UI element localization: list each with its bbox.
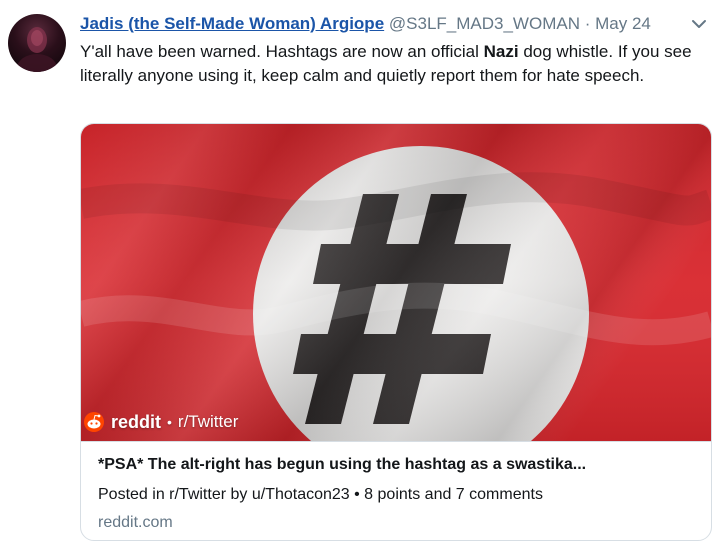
tweet[interactable]: Jadis (the Self-Made Woman) Argiope @S3L… xyxy=(0,0,720,544)
avatar[interactable] xyxy=(8,14,66,72)
card-footer[interactable]: *PSA* The alt-right has begun using the … xyxy=(81,441,711,540)
card-domain: reddit.com xyxy=(98,514,173,531)
badge-dot: • xyxy=(167,414,172,430)
tweet-text: Y'all have been warned. Hashtags are now… xyxy=(80,40,710,88)
avatar-image xyxy=(17,27,57,72)
tweet-text-bold: Nazi xyxy=(483,42,519,61)
chevron-down-icon[interactable] xyxy=(690,15,708,33)
tweet-text-part1: Y'all have been warned. Hashtags are now… xyxy=(80,42,484,61)
link-card[interactable]: reddit • r/Twitter *PSA* The alt-right h… xyxy=(80,123,712,541)
reddit-brand: reddit xyxy=(111,411,162,432)
badge-subreddit: r/Twitter xyxy=(177,412,239,431)
display-name[interactable]: Jadis (the Self-Made Woman) Argiope xyxy=(80,14,384,33)
reddit-alien-icon xyxy=(84,412,104,432)
card-title[interactable]: *PSA* The alt-right has begun using the … xyxy=(98,456,698,474)
card-image[interactable]: reddit • r/Twitter xyxy=(81,124,711,441)
tweet-date[interactable]: May 24 xyxy=(595,14,651,33)
flag-image xyxy=(81,124,711,441)
header-separator: · xyxy=(584,14,591,33)
tweet-header: Jadis (the Self-Made Woman) Argiope @S3L… xyxy=(80,13,690,35)
user-handle[interactable]: @S3LF_MAD3_WOMAN xyxy=(389,14,580,33)
card-description: Posted in r/Twitter by u/Thotacon23 • 8 … xyxy=(98,486,543,503)
reddit-badge: reddit • r/Twitter xyxy=(83,411,238,433)
